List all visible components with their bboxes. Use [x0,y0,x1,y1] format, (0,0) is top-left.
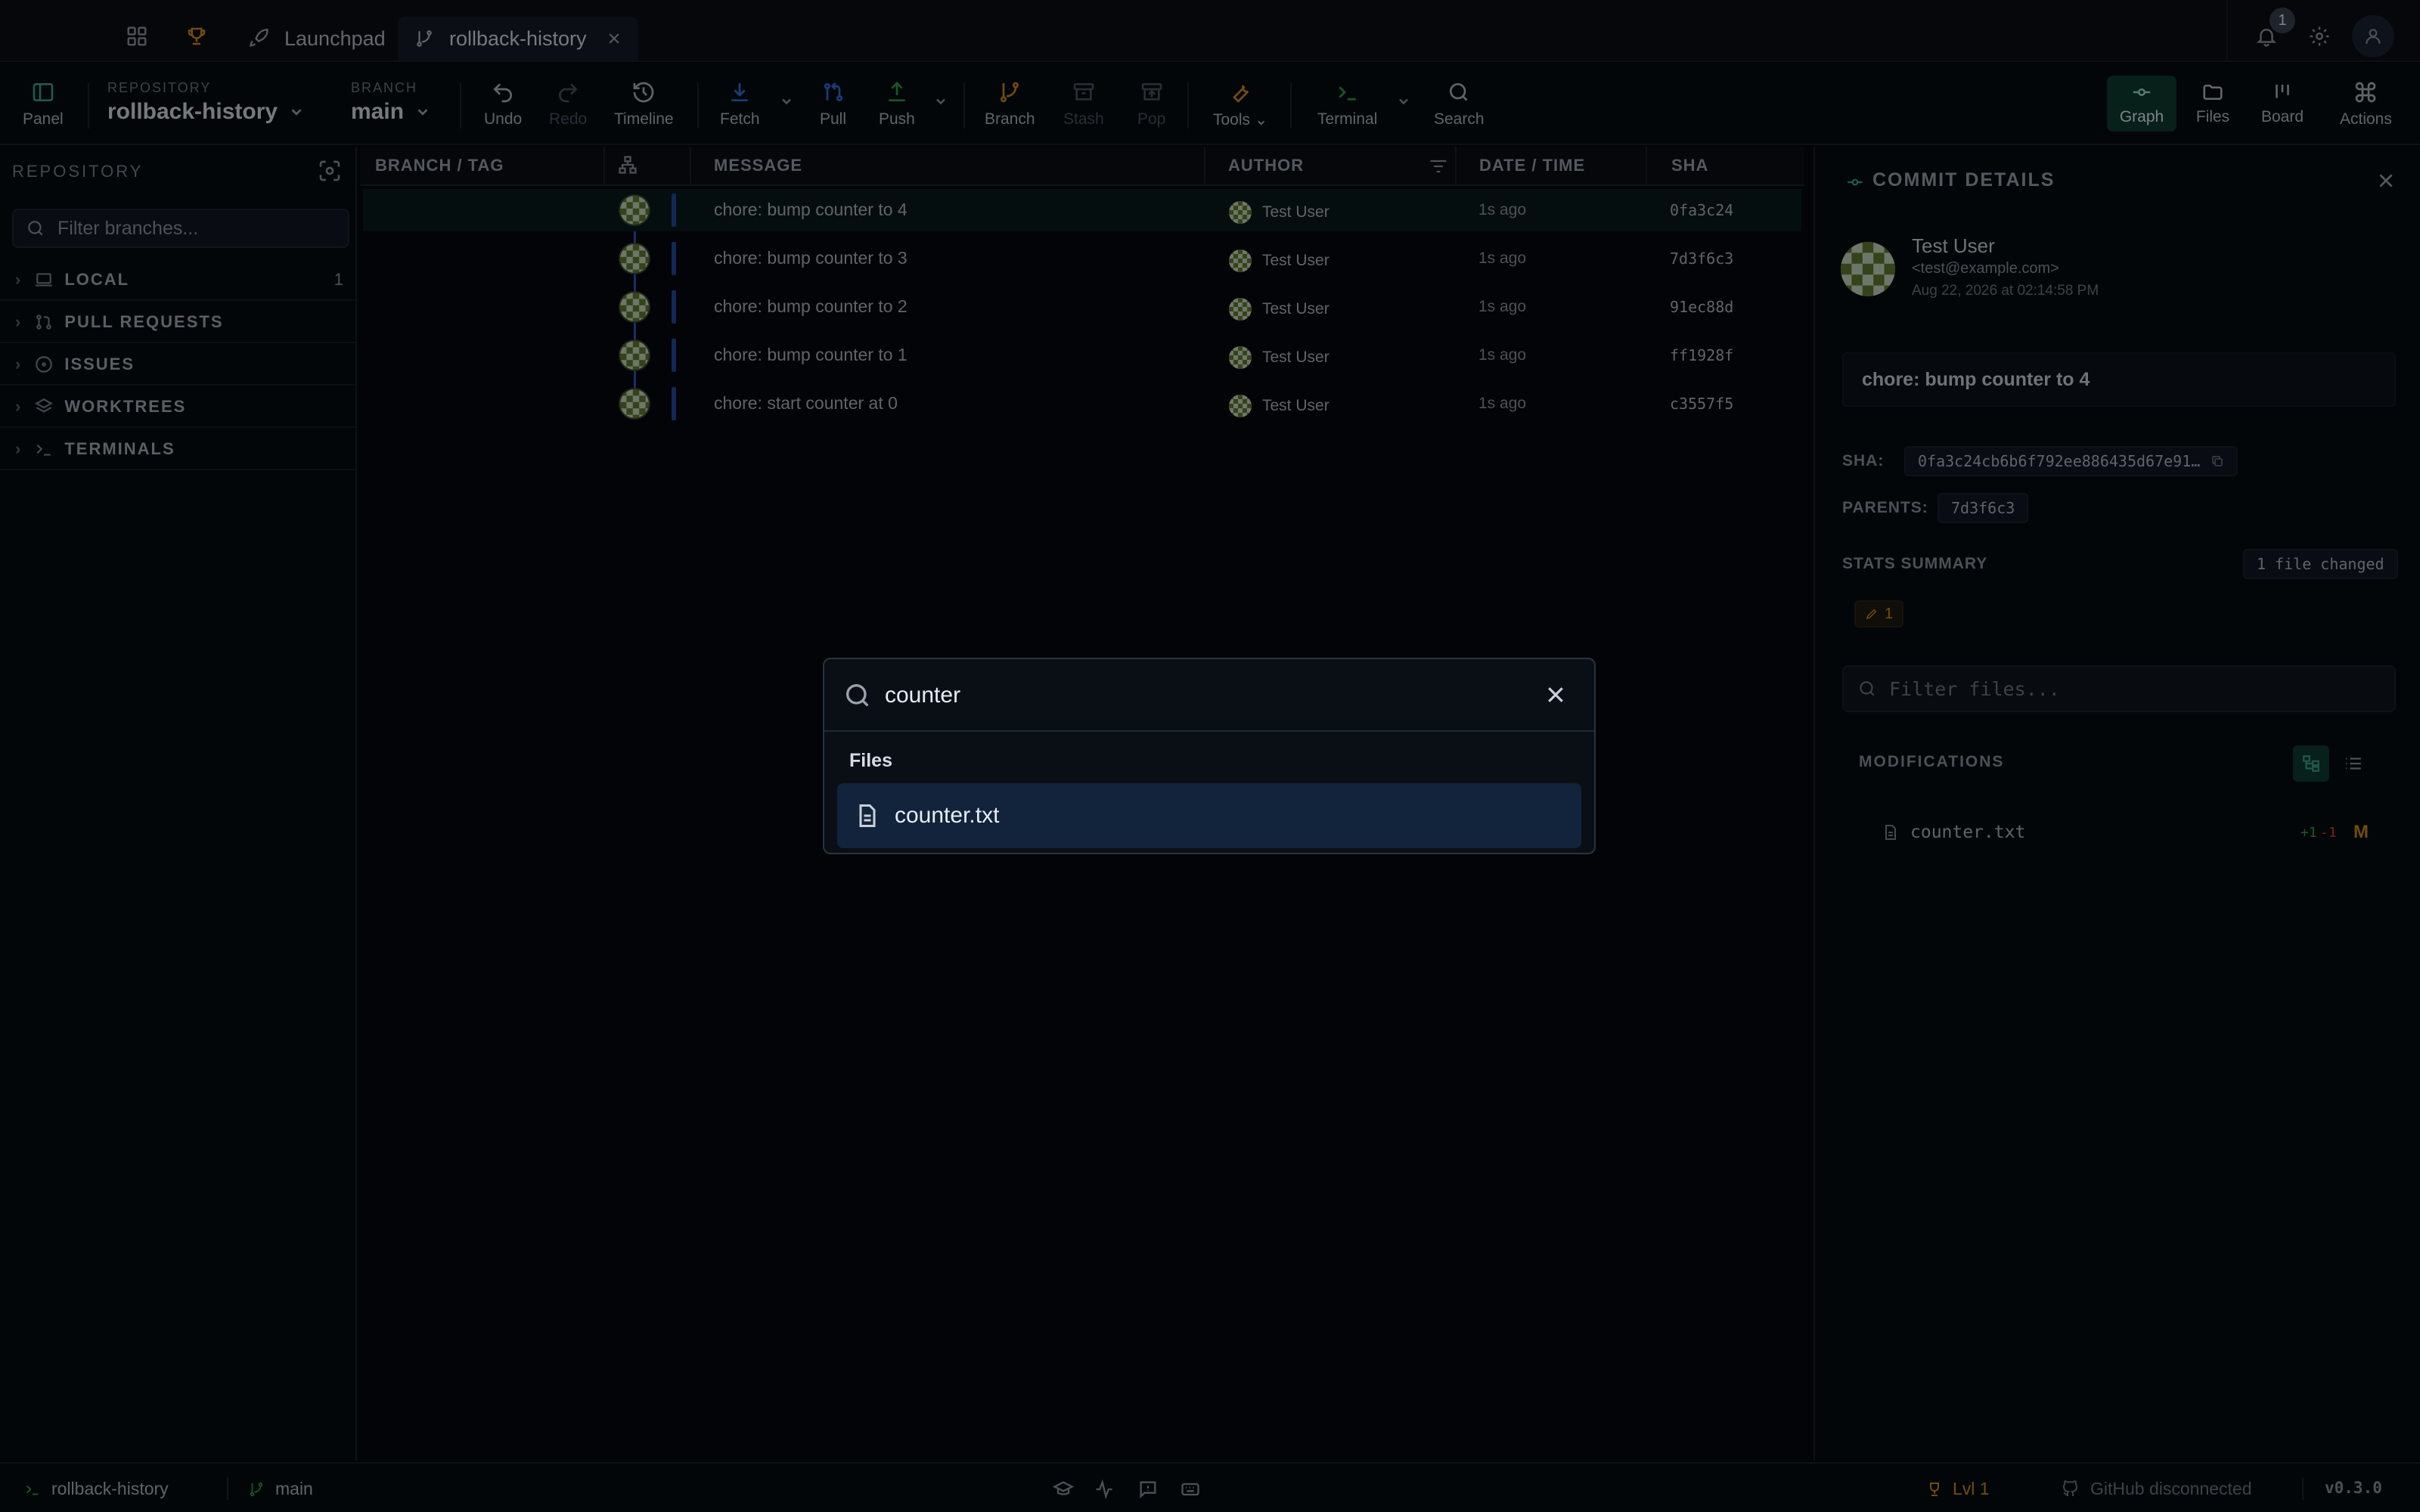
search-input[interactable] [885,677,1505,714]
search-results-section-title: Files [849,750,892,771]
search-result-item[interactable]: counter.txt [837,783,1581,848]
clear-search-icon[interactable] [1544,683,1567,706]
search-icon [842,680,873,711]
search-result-label: counter.txt [895,803,1000,828]
search-dialog: Files counter.txt [823,658,1596,854]
search-input-row [824,659,1594,732]
file-icon [859,804,876,827]
